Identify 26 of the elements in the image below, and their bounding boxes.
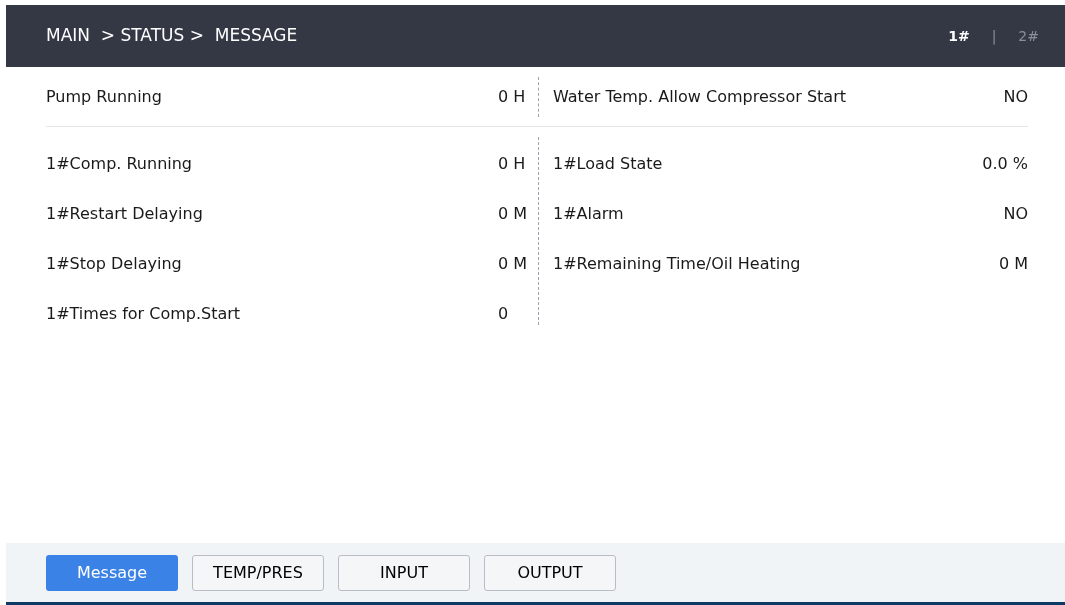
field-label: 1#Alarm (553, 203, 624, 225)
field-label: Pump Running (46, 85, 162, 108)
field-label: 1#Remaining Time/Oil Heating (553, 253, 801, 275)
field-value: 0 M (498, 253, 529, 275)
tab[interactable]: OUTPUT (484, 554, 616, 591)
unit-tab[interactable]: 1# (948, 25, 970, 47)
field-label: 1#Times for Comp.Start (46, 303, 241, 325)
unit-tab[interactable]: 2# (1018, 25, 1039, 47)
field-value: 0 H (498, 85, 527, 108)
field-value: NO (1003, 85, 1028, 108)
field-value: 0 H (498, 153, 527, 175)
separator: | (991, 26, 997, 47)
field-label: 1#Stop Delaying (46, 253, 182, 275)
tab[interactable]: TEMP/PRES (192, 554, 324, 591)
field-label: Water Temp. Allow Compressor Start (553, 85, 846, 108)
field-value: 0 (498, 303, 510, 325)
field-value: 0.0 % (982, 153, 1028, 175)
field-value: 0 M (998, 253, 1028, 275)
field-label: 1#Restart Delaying (46, 203, 203, 225)
field-value: NO (1003, 203, 1028, 225)
field-value: 0 M (498, 203, 529, 225)
field-label: 1#Comp. Running (46, 153, 193, 175)
tab[interactable]: Message (46, 554, 178, 591)
tab[interactable]: INPUT (338, 554, 470, 591)
breadcrumb: MAIN > STATUS > MESSAGE (46, 24, 298, 48)
field-label: 1#Load State (553, 153, 663, 175)
